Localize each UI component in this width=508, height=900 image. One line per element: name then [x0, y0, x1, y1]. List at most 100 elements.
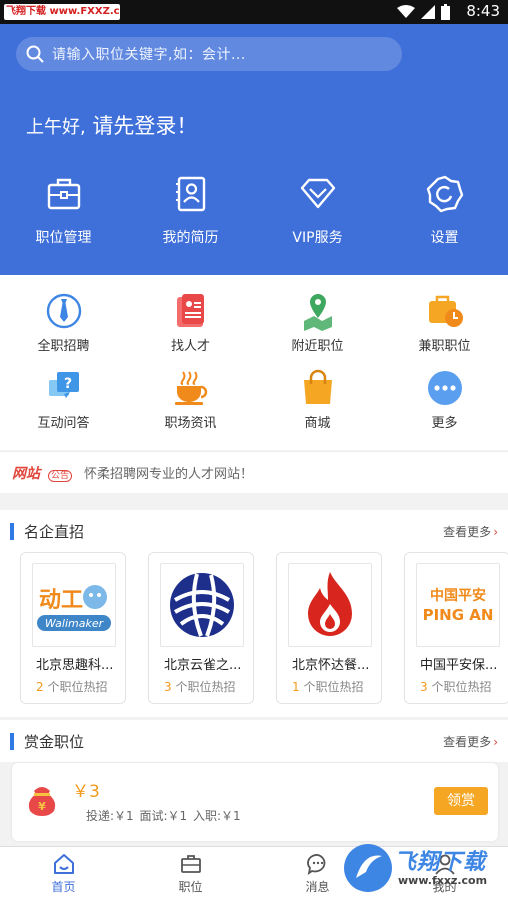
watermark-text: 飞翔下载: [394, 850, 487, 875]
grid-item-find-talent[interactable]: 找人才: [127, 291, 254, 368]
view-more-link[interactable]: 查看更多 ›: [443, 733, 498, 750]
briefcase-icon: [47, 178, 80, 210]
grid-item-workplace-news[interactable]: 职场资讯: [127, 368, 254, 447]
pingan-logo: 中国平安 PING AN: [423, 587, 494, 624]
location-pin-icon: [303, 294, 332, 331]
chevron-right-icon: ›: [493, 524, 498, 539]
job-count-number: 3: [420, 680, 428, 694]
message-icon: [306, 854, 325, 875]
company-card[interactable]: 动工 Walimaker 北京思趣科... 2 个职位热招: [20, 552, 126, 704]
briefcase-icon: [180, 855, 201, 873]
notice-text: 怀柔招聘网专业的人才网站！: [84, 467, 254, 482]
job-count-number: 3: [164, 680, 172, 694]
chevron-right-icon: ›: [493, 734, 498, 749]
grid-item-more[interactable]: 更多: [381, 368, 508, 447]
reward-job-card[interactable]: ¥ ￥3 投递:￥1 面试:￥1 入职:￥1 领赏: [12, 763, 498, 841]
greeting-text[interactable]: 上午好, 请先登录！: [26, 110, 197, 140]
company-list: 动工 Walimaker 北京思趣科... 2 个职位热招 北京云雀之... 3…: [0, 552, 508, 704]
nav-jobs[interactable]: 职位: [127, 847, 254, 900]
nav-label: 消息: [305, 880, 330, 894]
job-count-number: 1: [292, 680, 300, 694]
section-header: 名企直招 查看更多 ›: [0, 510, 508, 552]
company-card[interactable]: 北京云雀之... 3 个职位热招: [148, 552, 254, 704]
section-accent-bar: [10, 732, 14, 750]
job-count-suffix: 个职位热招: [43, 680, 108, 694]
grid-label: 互动问答: [37, 416, 90, 431]
clock: 8:43: [466, 2, 500, 20]
money-bag-icon: ¥: [28, 787, 56, 816]
logo-text: Walimaker: [45, 617, 105, 630]
wifi-icon: [397, 5, 415, 18]
company-name: 北京云雀之...: [164, 658, 242, 673]
company-name: 北京思趣科...: [36, 658, 114, 673]
nav-label: 首页: [51, 880, 76, 894]
section-title: 赏金职位: [24, 732, 85, 751]
company-job-count: 3 个职位热招: [164, 678, 235, 695]
grid-item-nearby[interactable]: 附近职位: [254, 291, 381, 368]
shopping-bag-icon: [303, 369, 332, 404]
job-count-suffix: 个职位热招: [427, 680, 492, 694]
search-placeholder: 请输入职位关键字,如：会计...: [52, 47, 246, 63]
watermark-overlay: 飞翔下载 www.fxxz.com: [342, 840, 500, 896]
id-card-icon: [176, 294, 204, 327]
section-header: 赏金职位 查看更多 ›: [0, 720, 508, 762]
diamond-icon: [300, 178, 335, 209]
section-title: 名企直招: [24, 522, 85, 541]
menu-label: 设置: [430, 230, 459, 246]
svg-text:¥: ¥: [38, 800, 46, 813]
gear-icon: [426, 175, 463, 213]
notice-badge: 网站 公告: [12, 463, 74, 483]
company-card[interactable]: 北京怀达餐... 1 个职位热招: [276, 552, 382, 704]
svg-text:?: ?: [63, 376, 71, 392]
menu-vip-service[interactable]: VIP服务: [254, 174, 381, 247]
view-more-label: 查看更多: [443, 734, 492, 749]
watermark-logo: 飞翔下载 www.FXXZ.com: [4, 4, 120, 20]
menu-label: 职位管理: [35, 230, 92, 246]
company-job-count: 3 个职位热招: [420, 678, 491, 695]
greeting-prefix: 上午好,: [26, 117, 86, 138]
search-bar[interactable]: 请输入职位关键字,如：会计...: [16, 37, 402, 71]
account-menu: 职位管理 我的简历 VIP服务 设置: [0, 174, 508, 247]
job-count-number: 2: [36, 680, 44, 694]
grid-item-parttime[interactable]: 兼职职位: [381, 291, 508, 368]
search-icon: [26, 45, 44, 63]
status-icons: [397, 4, 450, 20]
svg-text:动工: 动工: [39, 588, 83, 613]
company-logo: 动工 Walimaker: [32, 563, 116, 647]
grid-item-mall[interactable]: 商城: [254, 368, 381, 447]
company-job-count: 2 个职位热招: [36, 678, 107, 695]
grid-label: 附近职位: [291, 339, 344, 354]
grid-item-qa[interactable]: ? 互动问答: [0, 368, 127, 447]
company-card[interactable]: 中国平安 PING AN 中国平安保... 3 个职位热招: [404, 552, 508, 704]
huaida-flame-logo: [308, 572, 352, 636]
status-bar: 飞翔下载 www.FXXZ.com 8:43: [0, 0, 508, 24]
notice-badge-main: 网站: [12, 465, 40, 482]
menu-settings[interactable]: 设置: [381, 174, 508, 247]
battery-icon: [441, 4, 450, 20]
menu-job-management[interactable]: 职位管理: [0, 174, 127, 247]
site-notice[interactable]: 网站 公告 怀柔招聘网专业的人才网站！: [0, 451, 508, 493]
signal-icon: [421, 5, 435, 19]
company-name: 北京怀达餐...: [292, 658, 370, 673]
reward-jobs-section: 赏金职位 查看更多 › ¥ ￥3 投递:￥1 面试:￥1 入职:￥1 领赏: [0, 720, 508, 846]
company-logo: 中国平安 PING AN: [416, 563, 500, 647]
coffee-icon: [174, 371, 207, 405]
grid-item-fulltime[interactable]: 全职招聘: [0, 291, 127, 368]
walimaker-logo: 动工 Walimaker: [37, 585, 111, 631]
job-count-suffix: 个职位热招: [299, 680, 364, 694]
grid-row: ? 互动问答 职场资讯 商城 更多: [0, 368, 508, 447]
grid-row: 全职招聘 找人才 附近职位 兼职职位: [0, 275, 508, 368]
nav-home[interactable]: 首页: [0, 847, 127, 900]
tie-icon: [46, 293, 81, 329]
header-panel: 请输入职位关键字,如：会计... 上午好, 请先登录！ 职位管理 我的简历 VI…: [0, 24, 508, 275]
logo-subtext: PING AN: [423, 606, 494, 624]
claim-reward-button[interactable]: 领赏: [434, 787, 488, 815]
famous-companies-section: 名企直招 查看更多 › 动工 Walimaker 北京思趣科... 2 个职位热招: [0, 510, 508, 717]
menu-my-resume[interactable]: 我的简历: [127, 174, 254, 247]
resume-icon: [175, 176, 205, 212]
home-icon: [53, 854, 74, 874]
view-more-link[interactable]: 查看更多 ›: [443, 523, 498, 540]
grid-label: 更多: [431, 416, 458, 431]
company-logo: [288, 563, 372, 647]
login-prompt[interactable]: 请先登录！: [86, 114, 197, 138]
